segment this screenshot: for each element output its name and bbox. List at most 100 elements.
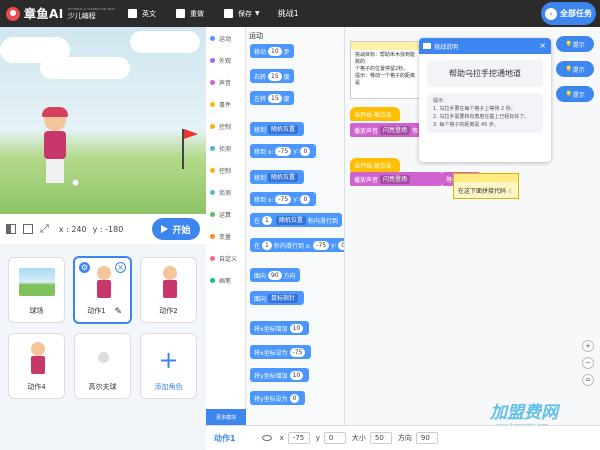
- category-color-dot: [210, 233, 215, 239]
- sprite-info-bar: 动作1 x -75 y 0 大小 50 方向 90: [206, 425, 600, 450]
- golfer-thumbnail: [89, 266, 119, 302]
- golf-flag: [182, 129, 198, 169]
- fullscreen-icon[interactable]: ⤢: [40, 222, 49, 236]
- start-button[interactable]: 开始: [152, 218, 200, 240]
- category-item[interactable]: 运动: [206, 27, 245, 49]
- more-blocks-button[interactable]: 更多模块: [206, 409, 246, 425]
- watermark: 加盟费网 www.jiamengfei.com: [490, 403, 558, 429]
- event-block-start[interactable]: 当开始 被点击: [350, 107, 400, 121]
- hint-button[interactable]: 💡 提示: [556, 36, 594, 52]
- add-sprite-button[interactable]: + 添加角色: [140, 333, 197, 399]
- palette-title: 运动: [249, 32, 263, 40]
- event-block-start[interactable]: 当开始 被点击: [350, 158, 400, 172]
- y-input[interactable]: 0: [323, 432, 346, 444]
- hint-bubble: 在这下面拼接代码 ☝: [453, 173, 519, 199]
- golf-ball-sprite[interactable]: [72, 179, 79, 186]
- motion-block[interactable]: 在 1 随机位置 秒内滑行到: [250, 213, 342, 227]
- menu-save[interactable]: 保存 ▼: [214, 0, 270, 27]
- golfer-sprite[interactable]: [40, 107, 70, 189]
- category-item[interactable]: 侦测: [206, 137, 245, 159]
- category-color-dot: [210, 79, 215, 85]
- card-icon: [423, 43, 431, 49]
- stage-controls: ⤢ x : 240 y : -180 开始: [0, 214, 206, 244]
- sprite-card-action4[interactable]: 动作4: [8, 333, 65, 399]
- motion-block[interactable]: 将y坐标增加 10: [250, 368, 310, 382]
- challenge-note: 挑战目标：帮助禾木找到能跳的 个格子的位置停留2秒。 提示：移动一个格子的距离是: [350, 41, 422, 99]
- motion-block[interactable]: 面向 90 方向: [250, 268, 300, 282]
- cloud-decoration: [40, 57, 130, 79]
- stage-canvas[interactable]: [0, 27, 206, 214]
- plus-icon: +: [158, 346, 179, 374]
- category-color-dot: [210, 57, 215, 63]
- y-label: y: [315, 434, 320, 442]
- block-categories: 运动 外观 声音 事件 控制 侦测 控制 侦测 运算 变量 自定义 画笔 更多模块: [206, 27, 246, 425]
- size-input[interactable]: 50: [369, 432, 392, 444]
- x-label: x: [279, 434, 284, 442]
- category-color-dot: [210, 35, 215, 41]
- direction-input[interactable]: 90: [415, 432, 438, 444]
- zoom-reset-icon[interactable]: =: [582, 374, 594, 386]
- category-item[interactable]: 控制: [206, 115, 245, 137]
- motion-block[interactable]: 移到 x: -75 y: 0: [250, 192, 317, 206]
- octopus-logo-icon: [6, 6, 20, 21]
- category-item[interactable]: 事件: [206, 93, 245, 115]
- zoom-in-icon[interactable]: +: [582, 340, 594, 352]
- lightbulb-icon: 💡: [565, 40, 573, 48]
- category-item[interactable]: 侦测: [206, 181, 245, 203]
- category-color-dot: [210, 167, 215, 173]
- top-bar: 章鱼AI OCTOPUS AI CODING FOR KIDS 少儿编程 英文 …: [0, 0, 600, 27]
- category-color-dot: [210, 145, 215, 151]
- brand-logo: 章鱼AI OCTOPUS AI CODING FOR KIDS 少儿编程: [0, 0, 118, 27]
- motion-block[interactable]: 移到 随机位置: [250, 122, 305, 136]
- hint-button[interactable]: 💡 提示: [556, 86, 594, 102]
- hint-buttons: 💡 提示 💡 提示 💡 提示: [556, 36, 594, 111]
- category-item[interactable]: 声音: [206, 71, 245, 93]
- motion-block[interactable]: 将x坐标设为 -75: [250, 345, 312, 359]
- category-color-dot: [210, 255, 215, 261]
- x-input[interactable]: -75: [287, 432, 310, 444]
- direction-label: 方向: [397, 434, 412, 442]
- small-stage-icon[interactable]: [6, 224, 16, 234]
- pencil-icon[interactable]: ✎: [114, 307, 122, 317]
- sprite-card-action2[interactable]: 动作2: [140, 257, 197, 323]
- category-item[interactable]: 变量: [206, 225, 245, 247]
- category-item[interactable]: 画笔: [206, 269, 245, 291]
- challenge-goal: 帮助乌拉手挖通地道: [427, 60, 543, 87]
- motion-block[interactable]: 右转 15 度: [250, 69, 294, 83]
- motion-block[interactable]: 在 1 秒内滑行到 x: -75 y: 0: [250, 238, 344, 252]
- menu-reset[interactable]: 重做: [166, 0, 214, 27]
- close-icon[interactable]: ×: [539, 41, 546, 50]
- category-color-dot: [210, 277, 215, 283]
- size-label: 大小: [351, 434, 366, 442]
- sprite-card-golf-ball[interactable]: 高尔夫球: [74, 333, 131, 399]
- large-stage-icon[interactable]: [23, 224, 33, 234]
- save-icon: [224, 9, 233, 18]
- sprite-card-action1[interactable]: ⚙ × 动作1 ✎: [73, 256, 132, 324]
- category-item[interactable]: 控制: [206, 159, 245, 181]
- category-item[interactable]: 运算: [206, 203, 245, 225]
- chevron-left-icon: ‹: [545, 7, 557, 20]
- motion-block[interactable]: 移动 10 步: [250, 44, 294, 58]
- category-item[interactable]: 自定义: [206, 247, 245, 269]
- sprite-name: 动作1: [214, 433, 236, 443]
- zoom-out-icon[interactable]: −: [582, 357, 594, 369]
- eye-icon[interactable]: [261, 435, 272, 441]
- motion-block[interactable]: 移到 x: -75 y: 0: [250, 144, 317, 158]
- motion-block[interactable]: 面向 鼠标指针: [250, 291, 305, 305]
- golfer-thumbnail: [23, 342, 53, 378]
- hint-button[interactable]: 💡 提示: [556, 61, 594, 77]
- hand-pointer-icon: ☝: [507, 188, 512, 195]
- category-item[interactable]: 外观: [206, 49, 245, 71]
- motion-block[interactable]: 移到 随机位置: [250, 170, 305, 184]
- all-tasks-button[interactable]: ‹ 全部任务: [541, 2, 596, 25]
- play-icon: [161, 225, 169, 233]
- play-sound-block[interactable]: 播放声音 闪亮登场: [350, 172, 442, 186]
- menu-language[interactable]: 英文: [118, 0, 166, 27]
- sprite-card-course[interactable]: 球场: [8, 257, 65, 323]
- motion-block[interactable]: 将x坐标增加 10: [250, 321, 310, 335]
- motion-block[interactable]: 左转 15 度: [250, 91, 294, 105]
- chevron-down-icon: ▼: [255, 10, 260, 17]
- reset-icon: [176, 9, 185, 18]
- motion-block[interactable]: 将y坐标设为 0: [250, 391, 306, 405]
- coord-x: x : 240: [58, 224, 87, 234]
